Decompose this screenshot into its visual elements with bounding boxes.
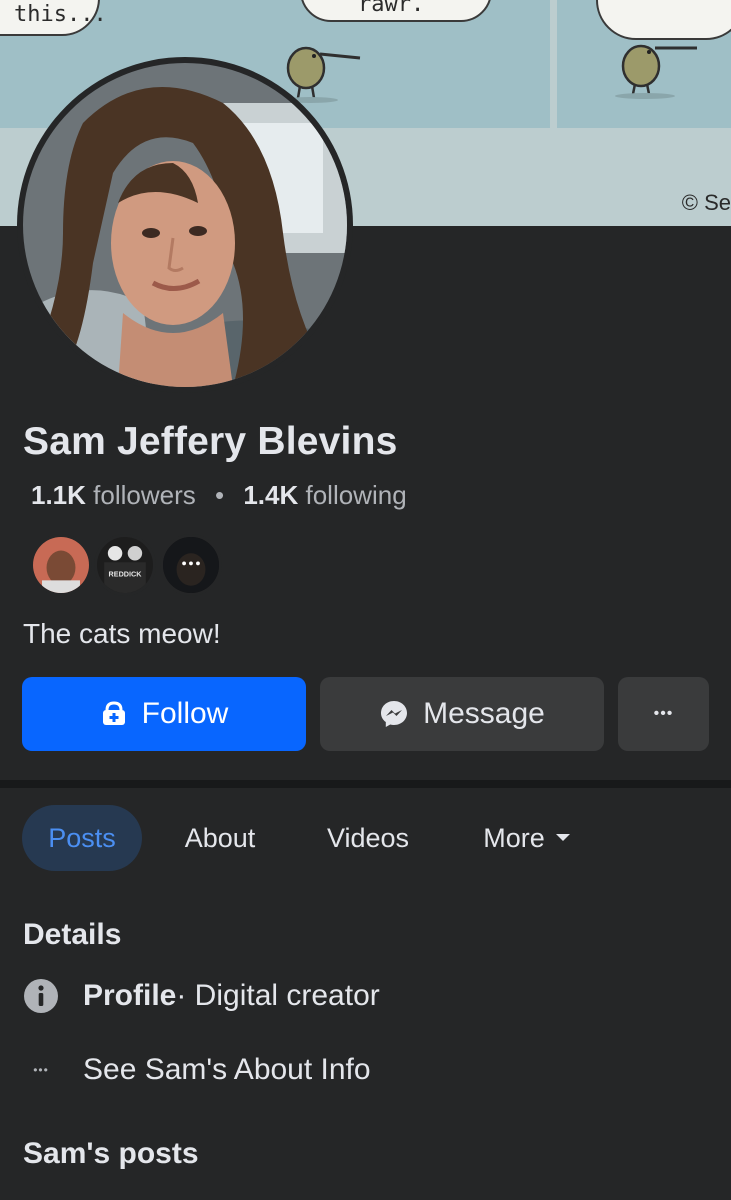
message-button[interactable]: Message	[320, 677, 604, 751]
friend-avatar[interactable]: REDDICK	[94, 534, 156, 596]
tab-posts[interactable]: Posts	[22, 805, 142, 871]
comic-caption: rawr.	[358, 0, 425, 17]
following-label[interactable]: following	[305, 480, 406, 510]
tab-videos[interactable]: Videos	[308, 805, 428, 871]
friend-avatar[interactable]	[30, 534, 92, 596]
tab-more[interactable]: More	[462, 805, 592, 871]
svg-text:REDDICK: REDDICK	[109, 570, 143, 579]
followers-count[interactable]: 1.1K	[31, 480, 86, 510]
tab-about[interactable]: About	[160, 805, 280, 871]
follow-stats: 1.1K followers • 1.4K following	[31, 480, 407, 511]
about-info-label: See Sam's About Info	[83, 1053, 371, 1086]
profile-photo	[23, 63, 347, 387]
profile-name: Sam Jeffery Blevins	[23, 420, 398, 463]
followers-label[interactable]: followers	[93, 480, 196, 510]
message-label: Message	[423, 697, 545, 730]
more-friends-avatar[interactable]: •••	[160, 534, 222, 596]
caret-down-icon	[555, 833, 571, 843]
cover-copyright: © Se	[681, 190, 731, 215]
about-info-link[interactable]: ••• See Sam's About Info	[22, 1053, 371, 1087]
more-dots-icon: •••	[33, 1063, 49, 1077]
follow-label: Follow	[141, 697, 229, 730]
comic-caption: this...	[14, 2, 107, 27]
details-heading: Details	[23, 918, 122, 951]
more-options-button[interactable]: •••	[618, 677, 709, 751]
svg-text:•••: •••	[181, 558, 202, 571]
following-count[interactable]: 1.4K	[243, 480, 298, 510]
profile-picture[interactable]	[17, 57, 353, 393]
section-divider	[0, 780, 731, 788]
messenger-icon	[379, 699, 409, 729]
follow-icon	[100, 701, 128, 727]
follow-button[interactable]: Follow	[22, 677, 306, 751]
posts-heading: Sam's posts	[23, 1137, 199, 1170]
detail-profile-label: Profile	[83, 979, 177, 1012]
detail-profile-value: · Digital creator	[176, 979, 380, 1012]
detail-profile-type: Profile · Digital creator	[22, 978, 380, 1014]
kiwi-bird-drawing	[615, 44, 697, 99]
profile-bio: The cats meow!	[23, 618, 221, 649]
more-dots-icon: •••	[653, 705, 674, 722]
stats-separator: •	[214, 480, 225, 510]
info-icon	[22, 978, 60, 1014]
